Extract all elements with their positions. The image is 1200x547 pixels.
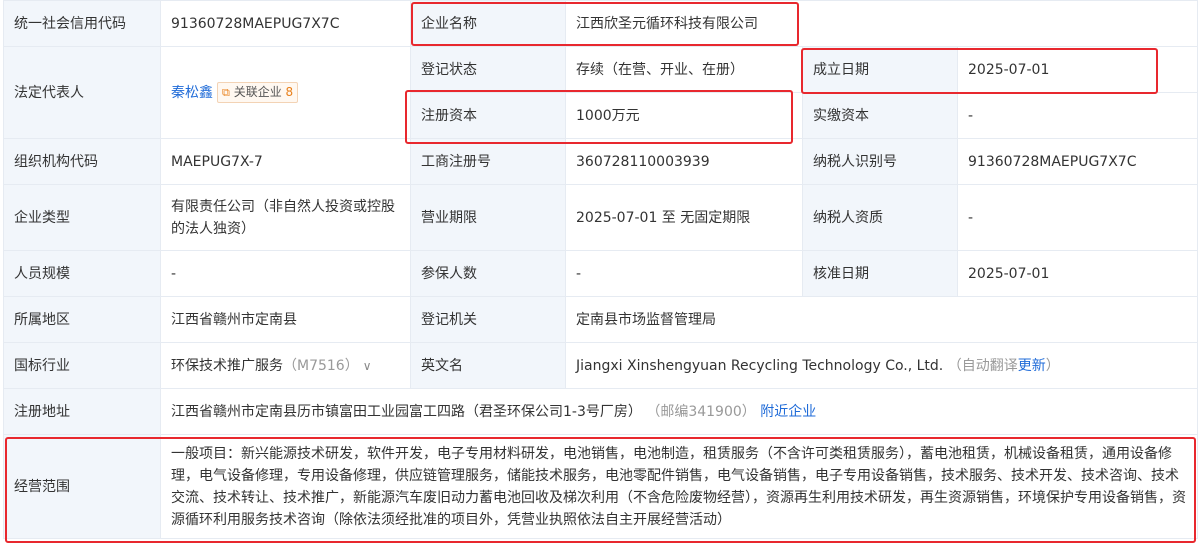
label-reg-status: 登记状态	[410, 46, 566, 93]
value-insured: -	[565, 250, 803, 297]
label-company-name: 企业名称	[410, 0, 566, 47]
row-scope: 经营范围 一般项目：新兴能源技术研发，软件开发，电子专用材料研发，电池销售，电池…	[3, 434, 1199, 539]
value-company-type: 有限责任公司（非自然人投资或控股的法人独资）	[160, 184, 411, 251]
value-credit-code: 91360728MAEPUG7X7C	[160, 0, 411, 47]
row-region: 所属地区 江西省赣州市定南县 登记机关 定南县市场监督管理局	[3, 296, 1199, 343]
label-legal-rep: 法定代表人	[3, 46, 161, 139]
value-scope: 一般项目：新兴能源技术研发，软件开发，电子专用材料研发，电池销售，电池制造，租赁…	[159, 434, 1199, 539]
value-org-code: MAEPUG7X-7	[160, 138, 411, 185]
value-taxpayer-id: 91360728MAEPUG7X7C	[956, 138, 1199, 185]
value-biz-reg-no: 360728110003939	[565, 138, 803, 185]
industry-code: （M7516）	[283, 357, 359, 374]
label-staff-size: 人员规模	[3, 250, 161, 297]
label-english-name: 英文名	[410, 342, 566, 389]
label-approve-date: 核准日期	[802, 250, 958, 297]
value-biz-term: 2025-07-01 至 无固定期限	[565, 184, 803, 251]
label-scope: 经营范围	[3, 434, 161, 539]
value-est-date: 2025-07-01	[956, 46, 1199, 93]
industry-name: 环保技术推广服务	[171, 357, 283, 374]
legal-rep-name-link[interactable]: 秦松鑫	[171, 85, 213, 101]
value-industry[interactable]: 环保技术推广服务（M7516） ∨	[160, 342, 411, 389]
auto-translate-close: ）	[1045, 357, 1060, 374]
value-reg-status: 存续（在营、开业、在册）	[565, 46, 803, 93]
label-taxpayer-qual: 纳税人资质	[802, 184, 958, 251]
row-address: 注册地址 江西省赣州市定南县历市镇富田工业园富工四路（君圣环保公司1-3号厂房）…	[3, 388, 1199, 435]
value-reg-capital: 1000万元	[565, 92, 803, 139]
label-address: 注册地址	[3, 388, 161, 435]
label-credit-code: 统一社会信用代码	[3, 0, 161, 47]
label-org-code: 组织机构代码	[3, 138, 161, 185]
value-region: 江西省赣州市定南县	[160, 296, 411, 343]
address-text: 江西省赣州市定南县历市镇富田工业园富工四路（君圣环保公司1-3号厂房）	[171, 403, 642, 420]
label-insured: 参保人数	[410, 250, 566, 297]
company-info-panel: 统一社会信用代码 91360728MAEPUG7X7C 企业名称 江西欣圣元循环…	[0, 0, 1200, 547]
label-biz-term: 营业期限	[410, 184, 566, 251]
label-est-date: 成立日期	[802, 46, 958, 93]
value-legal-rep: 秦松鑫 ⧉ 关联企业 8	[160, 46, 411, 139]
row-org-code: 组织机构代码 MAEPUG7X-7 工商注册号 360728110003939 …	[3, 138, 1199, 185]
label-region: 所属地区	[3, 296, 161, 343]
label-company-type: 企业类型	[3, 184, 161, 251]
label-industry: 国标行业	[3, 342, 161, 389]
english-name-text: Jiangxi Xinshengyuan Recycling Technolog…	[576, 357, 944, 374]
value-staff-size: -	[160, 250, 411, 297]
related-companies-icon: ⧉	[222, 86, 230, 99]
update-translation-link[interactable]: 更新	[1018, 358, 1046, 374]
nearby-companies-link[interactable]: 附近企业	[760, 404, 816, 420]
chevron-down-icon[interactable]: ∨	[363, 359, 372, 373]
value-paid-capital: -	[956, 92, 1199, 139]
auto-translate-note: （自动翻译	[947, 357, 1018, 374]
company-info-table: 统一社会信用代码 91360728MAEPUG7X7C 企业名称 江西欣圣元循环…	[3, 0, 1199, 539]
value-reg-authority: 定南县市场监督管理局	[564, 296, 1199, 343]
related-companies-tag[interactable]: ⧉ 关联企业 8	[217, 82, 299, 103]
row-reg-status: 法定代表人 秦松鑫 ⧉ 关联企业 8 登记状态 存续（在营、开业、在册） 成立日期…	[3, 46, 1199, 139]
value-taxpayer-qual: -	[956, 184, 1199, 251]
row-credit-code: 统一社会信用代码 91360728MAEPUG7X7C 企业名称 江西欣圣元循环…	[3, 0, 1199, 47]
row-staff-size: 人员规模 - 参保人数 - 核准日期 2025-07-01	[3, 250, 1199, 297]
row-company-type: 企业类型 有限责任公司（非自然人投资或控股的法人独资） 营业期限 2025-07…	[3, 184, 1199, 251]
row-industry: 国标行业 环保技术推广服务（M7516） ∨ 英文名 Jiangxi Xinshe…	[3, 342, 1199, 389]
label-reg-authority: 登记机关	[410, 296, 566, 343]
related-companies-count: 8	[285, 85, 294, 99]
value-company-name: 江西欣圣元循环科技有限公司	[564, 0, 1199, 47]
value-english-name: Jiangxi Xinshengyuan Recycling Technolog…	[564, 342, 1199, 389]
value-address: 江西省赣州市定南县历市镇富田工业园富工四路（君圣环保公司1-3号厂房） （邮编3…	[159, 388, 1199, 435]
label-paid-capital: 实缴资本	[802, 92, 958, 139]
label-reg-capital: 注册资本	[410, 92, 566, 139]
label-biz-reg-no: 工商注册号	[410, 138, 566, 185]
related-companies-label: 关联企业	[233, 85, 282, 99]
label-taxpayer-id: 纳税人识别号	[802, 138, 958, 185]
address-postcode: （邮编341900）	[646, 403, 756, 420]
value-approve-date: 2025-07-01	[956, 250, 1199, 297]
